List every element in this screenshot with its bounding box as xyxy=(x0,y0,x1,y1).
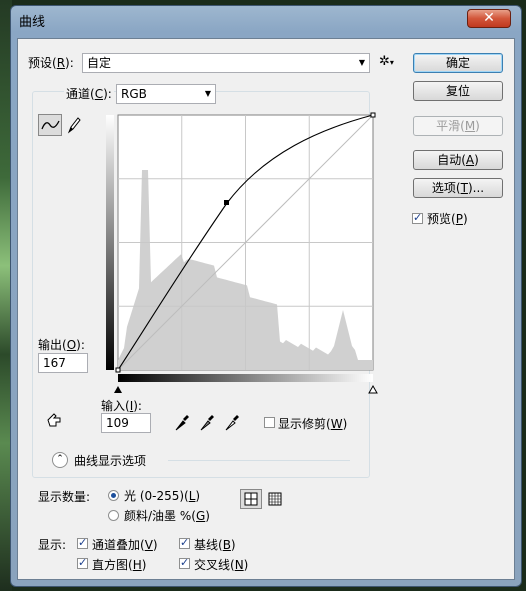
grid-4-icon[interactable] xyxy=(240,489,262,509)
chevron-down-icon: ▼ xyxy=(358,58,365,67)
reset-button[interactable]: 复位 xyxy=(413,81,503,101)
close-button[interactable]: ✕ xyxy=(467,9,511,28)
pigment-radio-label: 颜料/油墨 %(G) xyxy=(124,509,210,523)
histogram-label: 直方图(H) xyxy=(92,558,147,572)
baseline-checkbox[interactable]: ✓ xyxy=(179,536,190,549)
hand-adjust-icon[interactable] xyxy=(44,410,64,433)
curve-display-options-title: 曲线显示选项 xyxy=(74,454,147,468)
options-button[interactable]: 选项(T)... xyxy=(413,178,503,198)
channel-label: 通道(C): xyxy=(64,85,114,102)
preset-label: 预设(R): xyxy=(28,56,74,70)
dialog-client: 预设(R): 自定 ▼ ✲▾ 确定 复位 平滑(M) 自动(A) 选项(T)..… xyxy=(17,38,515,580)
baseline-label: 基线(B) xyxy=(194,538,236,552)
curves-dialog: 曲线 ✕ 预设(R): 自定 ▼ ✲▾ 确定 复位 平滑(M) 自动(A) 选项… xyxy=(10,5,522,587)
channel-select[interactable]: RGB ▼ xyxy=(116,84,216,104)
channel-overlays-label: 通道叠加(V) xyxy=(92,538,158,552)
curve-tool-icon[interactable] xyxy=(38,114,62,136)
auto-button[interactable]: 自动(A) xyxy=(413,150,503,170)
black-point-slider[interactable] xyxy=(114,386,122,393)
input-value-field[interactable]: 109 xyxy=(101,413,151,433)
intersection-line-label: 交叉线(N) xyxy=(194,558,249,572)
channel-value: RGB xyxy=(121,87,147,101)
show-clipping-checkbox[interactable] xyxy=(264,417,275,428)
dialog-title: 曲线 xyxy=(19,15,46,30)
curve-endpoint-black[interactable] xyxy=(115,367,121,373)
histogram-checkbox[interactable]: ✓ xyxy=(77,556,88,569)
curve-endpoint-white[interactable] xyxy=(370,112,376,118)
input-gradient-bar xyxy=(118,374,373,382)
white-eyedropper-icon[interactable] xyxy=(223,413,241,436)
output-label: 输出(O): xyxy=(38,338,85,352)
show-label: 显示: xyxy=(38,538,67,552)
light-radio[interactable] xyxy=(108,490,119,501)
white-point-slider[interactable] xyxy=(368,384,378,394)
grid-10-icon[interactable] xyxy=(267,490,283,511)
preview-label: 预览(P) xyxy=(427,212,468,226)
divider xyxy=(168,460,350,461)
intersection-line-checkbox[interactable]: ✓ xyxy=(179,556,190,569)
show-clipping-label: 显示修剪(W) xyxy=(278,417,348,431)
gray-eyedropper-icon[interactable] xyxy=(198,413,216,436)
black-eyedropper-icon[interactable] xyxy=(173,413,191,436)
curves-graph[interactable] xyxy=(90,111,380,397)
ok-button[interactable]: 确定 xyxy=(413,53,503,73)
preset-select[interactable]: 自定 ▼ xyxy=(82,53,370,73)
channel-overlays-checkbox[interactable]: ✓ xyxy=(77,536,88,549)
chevron-down-icon: ▼ xyxy=(204,89,211,98)
preset-value: 自定 xyxy=(87,56,112,70)
smooth-button[interactable]: 平滑(M) xyxy=(413,116,503,136)
light-radio-label: 光 (0-255)(L) xyxy=(124,489,201,503)
pigment-radio[interactable] xyxy=(108,510,119,521)
preview-checkbox[interactable]: ✓ xyxy=(412,211,423,224)
gear-icon[interactable]: ✲▾ xyxy=(379,54,394,69)
output-value-field[interactable]: 167 xyxy=(38,353,88,373)
collapse-chevron-icon[interactable]: ⌃ xyxy=(52,452,68,468)
input-label: 输入(I): xyxy=(101,399,142,413)
output-gradient-bar xyxy=(106,115,114,370)
show-amount-label: 显示数量: xyxy=(38,490,91,504)
pencil-icon[interactable] xyxy=(66,115,82,138)
curve-control-point[interactable] xyxy=(224,200,229,205)
